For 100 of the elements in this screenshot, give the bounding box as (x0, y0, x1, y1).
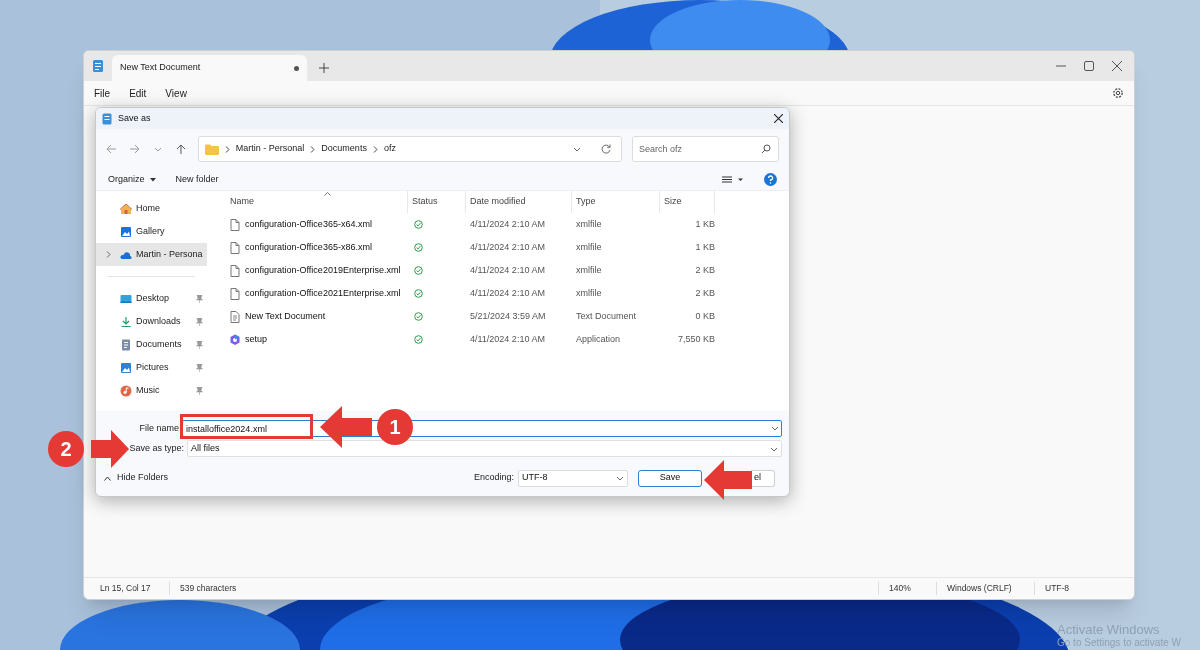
close-icon[interactable] (774, 114, 783, 123)
save-as-type-dropdown[interactable]: All files (187, 440, 782, 457)
type-cell: xmlfile (576, 264, 602, 275)
menu-item[interactable]: View (165, 85, 187, 101)
status-text: 539 characters (180, 583, 237, 594)
file-icon (230, 218, 240, 231)
address-bar[interactable]: Martin - Personal Documents ofz (197, 136, 622, 162)
type-cell: xmlfile (576, 287, 602, 298)
file-name[interactable]: New Text Document (245, 309, 326, 324)
home-icon (120, 202, 132, 215)
date-cell: 4/11/2024 2:10 AM (470, 333, 545, 344)
new-tab-icon[interactable] (319, 63, 329, 73)
dialog-title: Save as (118, 111, 151, 125)
breadcrumb-item[interactable]: Documents (321, 142, 367, 156)
hide-folders-button[interactable]: Hide Folders (104, 471, 169, 485)
file-name[interactable]: setup (245, 332, 268, 347)
file-name[interactable]: configuration-Office365-x86.xml (245, 240, 372, 255)
toolbar-button[interactable]: New folder (175, 172, 219, 187)
sidebar-item[interactable]: Documents (96, 333, 207, 356)
chevron-right-icon (310, 145, 316, 153)
chevron-down-icon (616, 474, 624, 482)
tab[interactable]: New Text Document (112, 55, 307, 81)
arrow-icon (320, 406, 372, 448)
file-icon (230, 287, 240, 300)
desktop-icon (120, 292, 132, 305)
breadcrumb-item[interactable]: ofz (383, 142, 396, 156)
size-cell: 0 KB (695, 310, 715, 321)
app-icon (230, 333, 240, 346)
music-icon (120, 384, 132, 397)
maximize-icon[interactable] (1084, 61, 1094, 71)
column-header[interactable]: Status (408, 191, 466, 213)
save-as-type-label: Save as type: (128, 441, 185, 455)
help-icon[interactable] (764, 173, 777, 186)
size-cell: 2 KB (695, 264, 715, 275)
date-cell: 5/21/2024 3:59 AM (470, 310, 546, 321)
chevron-up-icon (104, 475, 111, 481)
gallery-icon (120, 225, 132, 238)
file-icon (230, 310, 240, 323)
encoding-dropdown[interactable]: UTF-8 (518, 469, 628, 487)
close-icon[interactable] (1112, 61, 1122, 71)
status-text: UTF-8 (1045, 583, 1070, 594)
column-header[interactable]: Name (218, 191, 408, 213)
type-cell: Text Document (576, 310, 637, 321)
save-button[interactable]: Save (638, 469, 702, 487)
chevron-down-icon (771, 424, 779, 432)
notepad-icon (92, 59, 104, 73)
file-name[interactable]: configuration-Office2019Enterprise.xml (245, 263, 401, 278)
type-cell: xmlfile (576, 241, 602, 252)
file-name[interactable]: configuration-Office365-x64.xml (245, 217, 372, 232)
up-icon[interactable] (175, 144, 186, 154)
sort-caret-icon (324, 192, 331, 196)
chevron-down-icon[interactable] (573, 145, 581, 153)
arrow-icon (91, 430, 129, 468)
view-options-icon[interactable] (722, 175, 744, 184)
caret-icon (149, 177, 156, 182)
forward-icon[interactable] (129, 144, 140, 154)
type-cell: xmlfile (576, 218, 602, 229)
refresh-icon[interactable] (601, 144, 611, 154)
size-cell: 1 KB (695, 218, 715, 229)
search-icon (761, 144, 771, 154)
sidebar-item[interactable]: Music (96, 379, 207, 402)
file-name-label: File name (138, 421, 180, 435)
arrow-icon (704, 460, 752, 500)
status-text: Windows (CRLF) (947, 583, 1012, 594)
search-field[interactable]: Search ofz (632, 136, 779, 162)
documents-icon (120, 338, 132, 351)
breadcrumb-item[interactable]: Martin - Personal (235, 142, 305, 156)
chevron-right-icon (372, 145, 378, 153)
size-cell: 2 KB (695, 287, 715, 298)
type-cell: Application (576, 333, 621, 344)
sidebar-item[interactable]: Home (96, 197, 207, 220)
menu-item[interactable]: File (94, 85, 111, 101)
settings-icon[interactable] (1112, 87, 1124, 99)
date-cell: 4/11/2024 2:10 AM (470, 241, 545, 252)
cancel-button[interactable]: el (751, 469, 775, 487)
column-header[interactable]: Date modified (466, 191, 572, 213)
folder-icon (204, 143, 219, 155)
status-text: 140% (889, 583, 911, 594)
encoding-label: Encoding: (473, 471, 514, 485)
date-cell: 4/11/2024 2:10 AM (470, 218, 545, 229)
status-text: Ln 15, Col 17 (100, 583, 151, 594)
date-cell: 4/11/2024 2:10 AM (470, 287, 545, 298)
chevron-right-icon (224, 145, 230, 153)
sidebar-item[interactable]: Desktop (96, 287, 207, 310)
sidebar-item[interactable]: Pictures (96, 356, 207, 379)
column-header[interactable]: Size (660, 191, 715, 213)
size-cell: 7,550 KB (677, 333, 715, 344)
chevron-down-icon[interactable] (153, 145, 162, 153)
file-icon (230, 241, 240, 254)
size-cell: 1 KB (695, 241, 715, 252)
back-icon[interactable] (106, 144, 116, 154)
sidebar-item[interactable]: Martin - Persona (96, 243, 207, 266)
file-icon (230, 264, 240, 277)
file-name[interactable]: configuration-Office2021Enterprise.xml (245, 286, 401, 301)
notepad-icon (102, 112, 112, 125)
menu-item[interactable]: Edit (129, 85, 147, 101)
sidebar-item[interactable]: Downloads (96, 310, 207, 333)
column-header[interactable]: Type (572, 191, 660, 213)
organize-button[interactable]: Organize (108, 172, 156, 187)
sidebar-item[interactable]: Gallery (96, 220, 207, 243)
